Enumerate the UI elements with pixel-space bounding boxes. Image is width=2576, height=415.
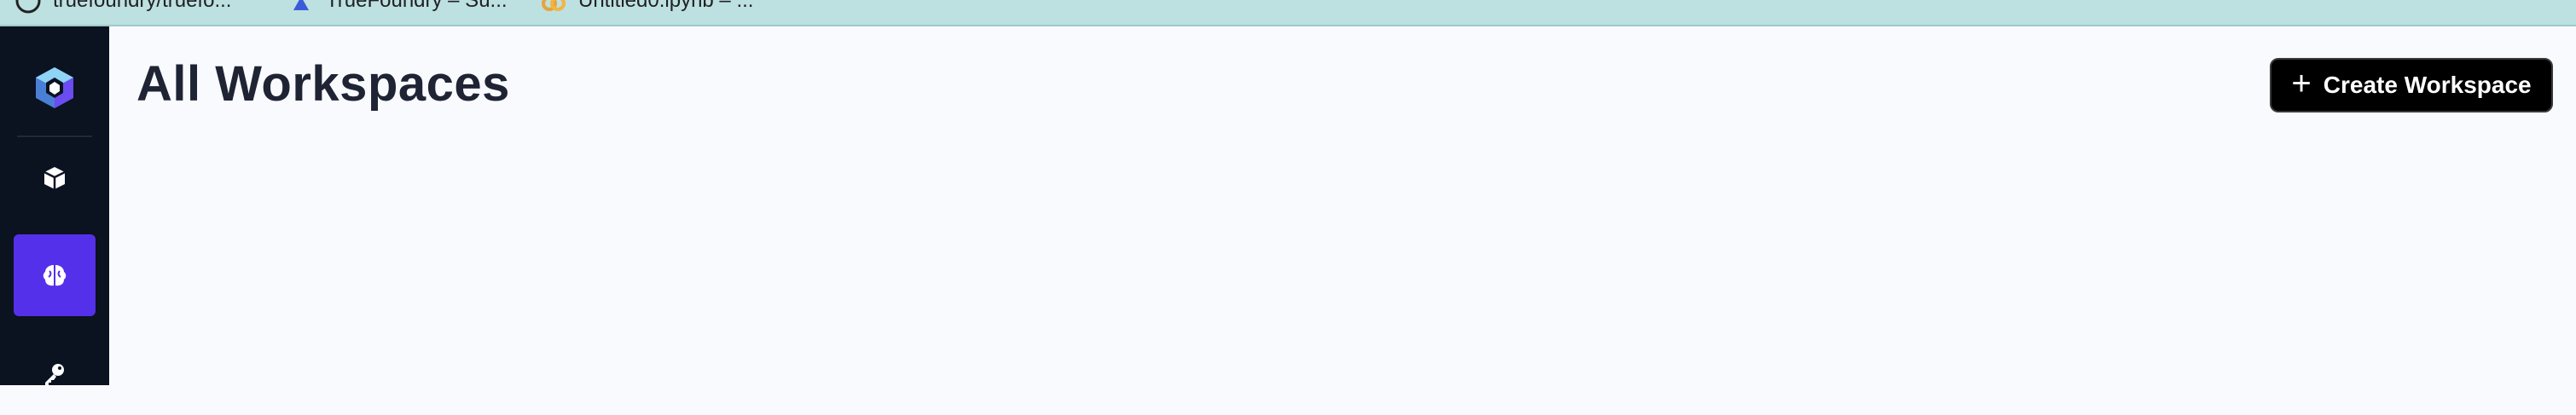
sidebar-item-deployments[interactable]: [14, 137, 96, 219]
bookmarks-bar: truefoundry/truefo... TrueFoundry – Su..…: [0, 0, 2576, 26]
truefoundry-logo[interactable]: [31, 64, 78, 112]
github-icon: [15, 0, 41, 14]
bookmark-truefoundry[interactable]: TrueFoundry – Su...: [288, 0, 508, 14]
bookmark-truefoundry-github[interactable]: truefoundry/truefo...: [15, 0, 231, 14]
bookmark-label: truefoundry/truefo...: [53, 0, 232, 12]
create-workspace-button[interactable]: + Create Workspace: [2270, 58, 2553, 112]
truefoundry-icon: [293, 0, 309, 10]
sidebar: [0, 26, 109, 385]
colab-icon: [542, 0, 566, 11]
cube-icon: [44, 167, 66, 189]
bookmark-label: Untitled0.ipynb – ...: [578, 0, 754, 12]
create-workspace-label: Create Workspace: [2323, 72, 2532, 98]
bookmark-label: TrueFoundry – Su...: [326, 0, 508, 12]
page-title: All Workspaces: [136, 56, 510, 112]
sidebar-item-secrets[interactable]: [14, 333, 96, 415]
plus-icon: +: [2291, 65, 2312, 102]
key-icon: [45, 364, 64, 385]
sidebar-item-ml-repos[interactable]: [14, 234, 96, 316]
bookmark-colab[interactable]: Untitled0.ipynb – ...: [541, 0, 753, 14]
main-content: All Workspaces + Create Workspace: [109, 26, 2576, 385]
brain-icon: [43, 265, 67, 286]
